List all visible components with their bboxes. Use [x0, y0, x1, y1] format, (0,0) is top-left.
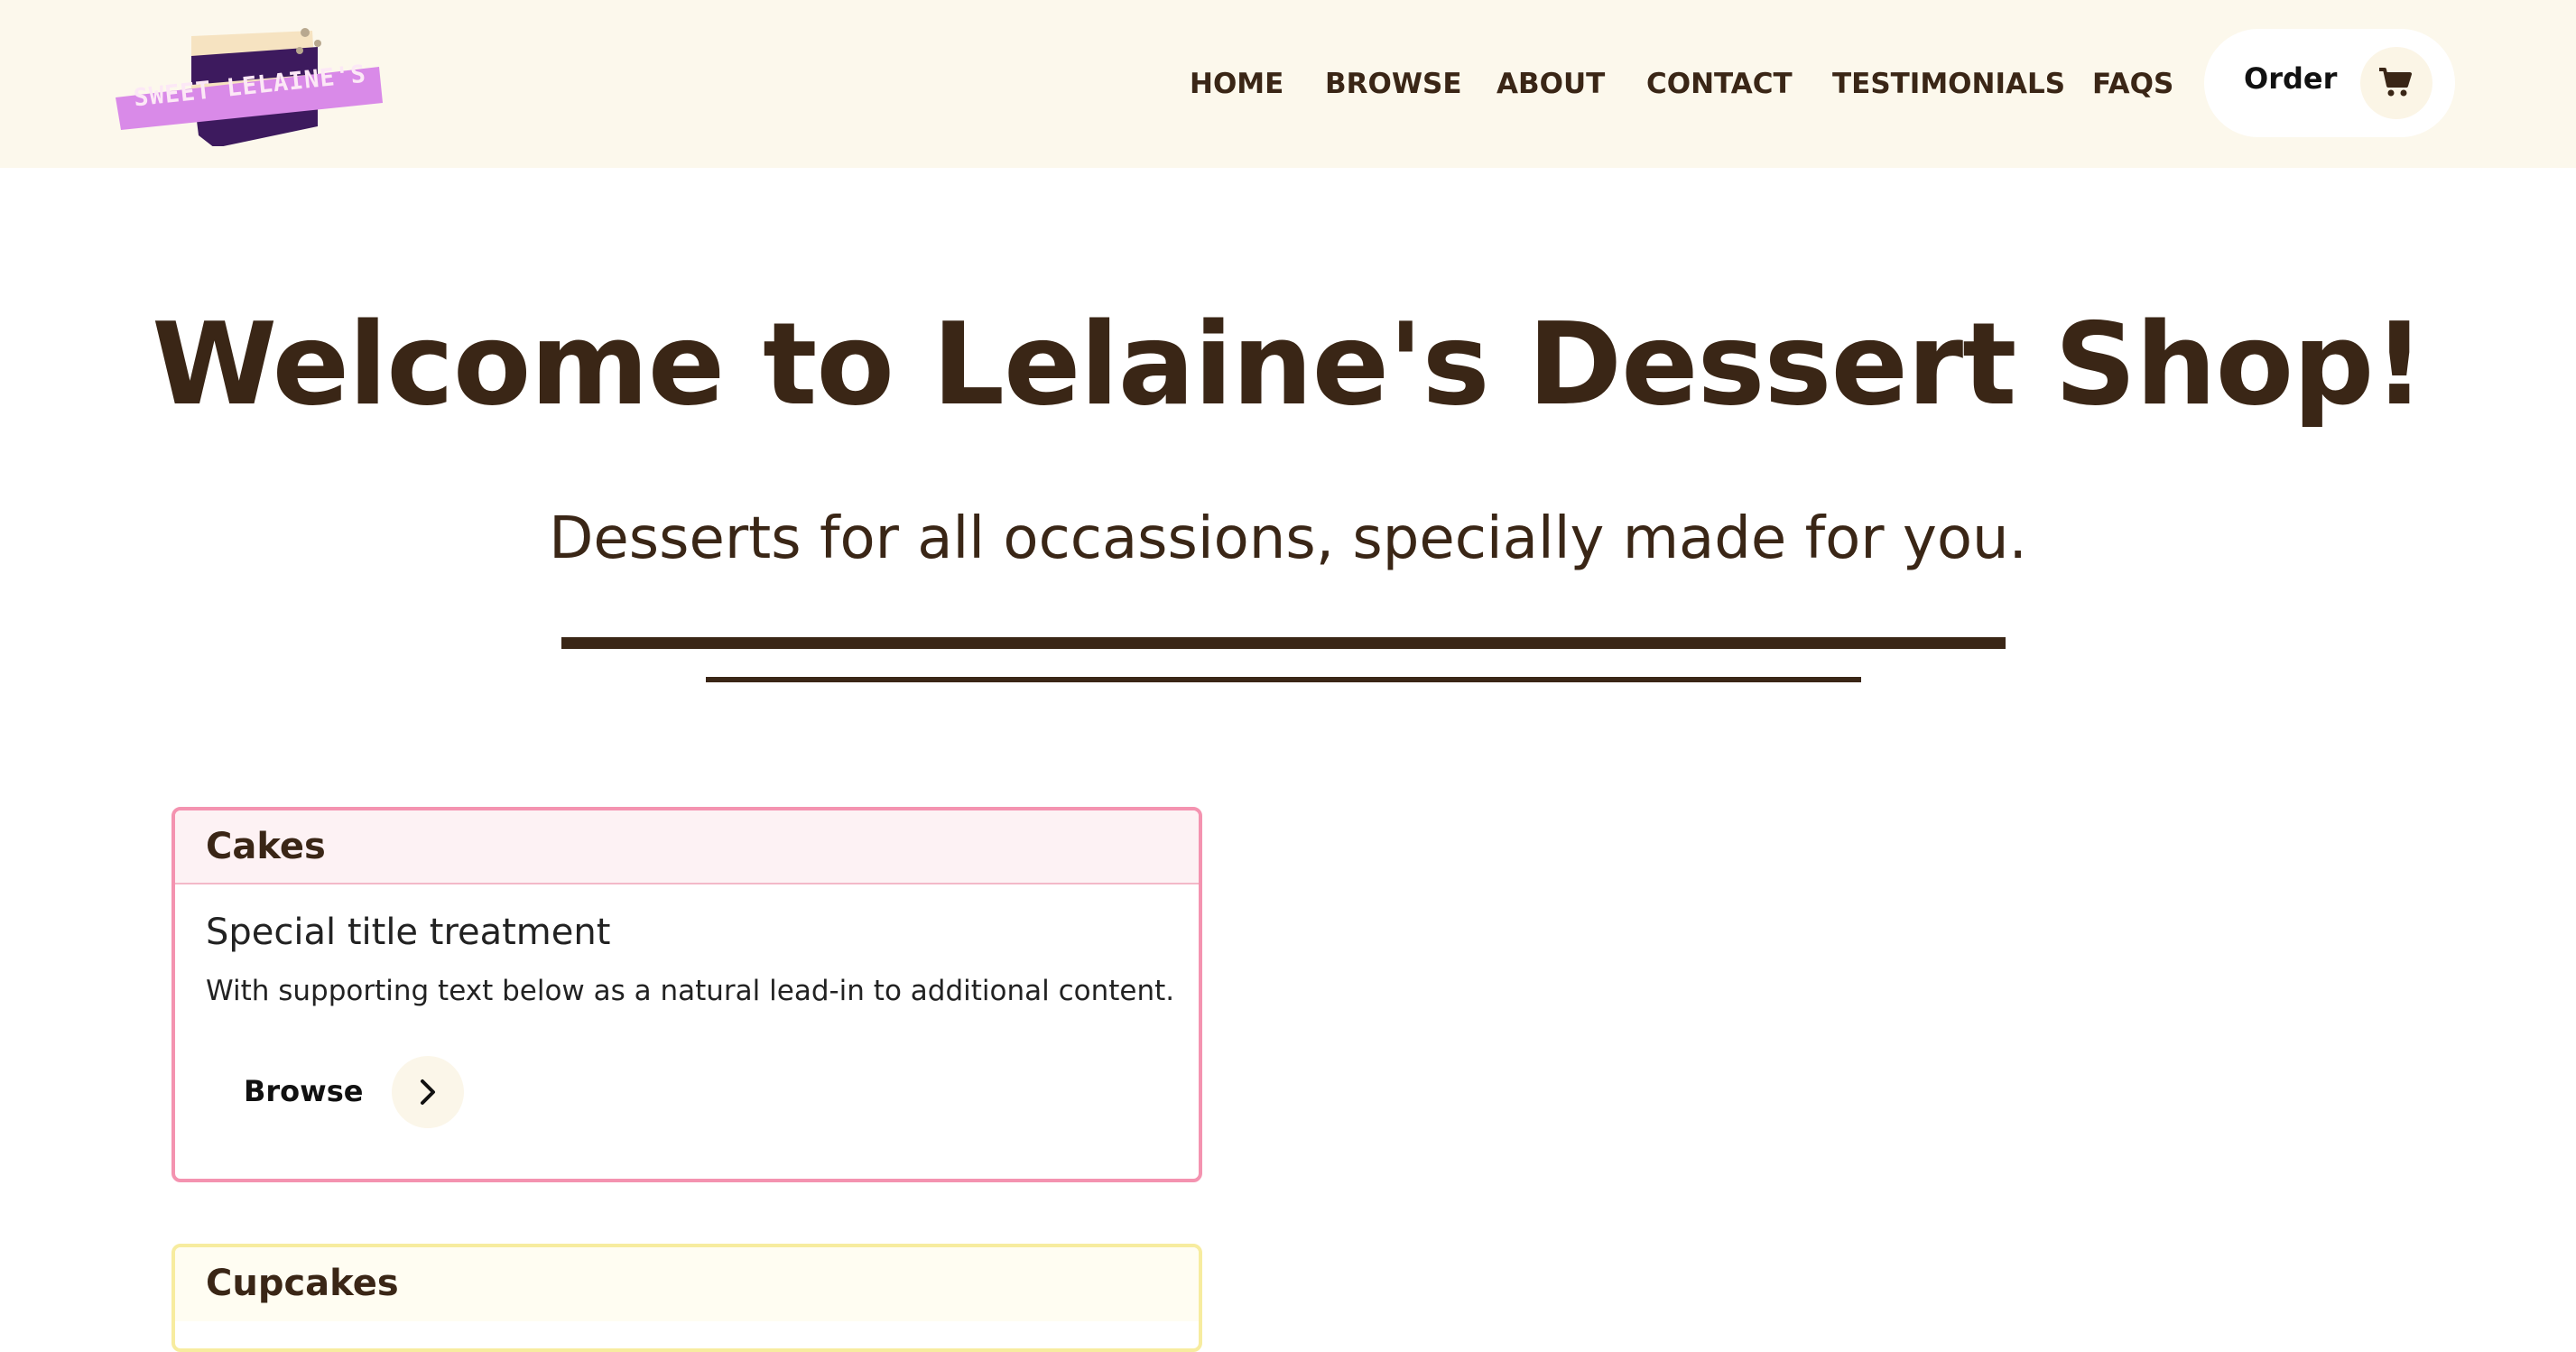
card-header-title: Cupcakes [206, 1263, 399, 1304]
nav-about[interactable]: ABOUT [1496, 63, 1605, 105]
main-nav: HOME BROWSE ABOUT CONTACT TESTIMONIALS F… [0, 63, 2576, 105]
browse-cakes-button[interactable]: Browse [244, 1054, 496, 1130]
nav-contact[interactable]: CONTACT [1646, 63, 1793, 105]
hero-title: Welcome to Lelaine's Dessert Shop! [152, 298, 2425, 431]
category-card-cakes: Cakes Special title treatment With suppo… [171, 807, 1202, 1182]
nav-browse[interactable]: BROWSE [1325, 63, 1462, 105]
category-card-cupcakes: Cupcakes [171, 1244, 1202, 1352]
card-header: Cakes [175, 810, 1199, 884]
nav-faqs[interactable]: FAQS [2092, 63, 2173, 105]
browse-label: Browse [244, 1074, 364, 1108]
navbar: SWEET LELAINE'S HOME BROWSE ABOUT CONTAC… [0, 0, 2576, 168]
divider-thin [706, 677, 1861, 682]
nav-testimonials[interactable]: TESTIMONIALS [1832, 63, 2065, 105]
divider-thick [561, 637, 2006, 649]
cart-button[interactable] [2360, 47, 2432, 119]
order-button[interactable]: Order [2204, 29, 2455, 137]
nav-home[interactable]: HOME [1190, 63, 1283, 105]
card-header: Cupcakes [175, 1247, 1199, 1321]
shopping-cart-icon [2379, 68, 2412, 97]
card-title: Special title treatment [206, 912, 611, 953]
browse-arrow-button[interactable] [392, 1056, 464, 1128]
hero-subtitle: Desserts for all occassions, specially m… [549, 505, 2027, 572]
order-label: Order [2244, 61, 2338, 96]
card-text: With supporting text below as a natural … [206, 975, 1175, 1007]
chevron-right-icon [421, 1079, 435, 1105]
card-header-title: Cakes [206, 826, 326, 867]
